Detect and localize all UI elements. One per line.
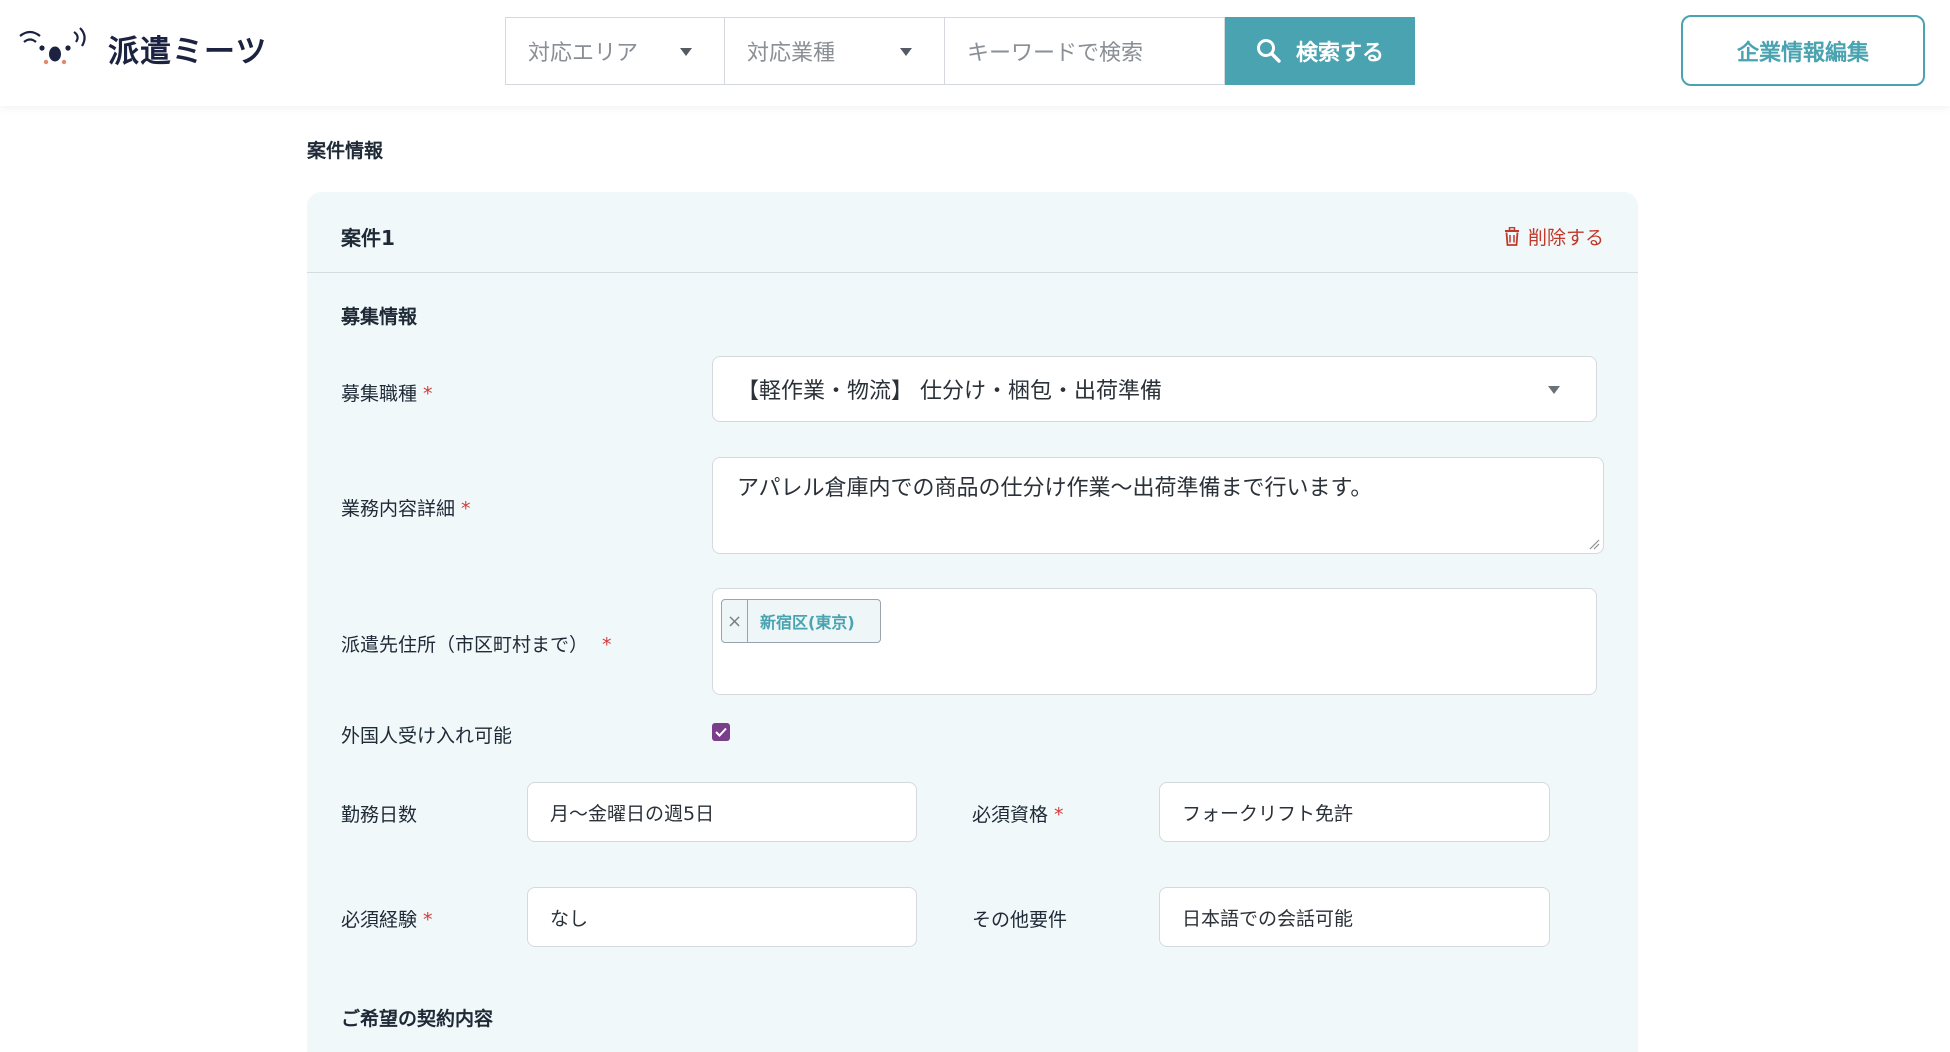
required-experience-value: なし: [550, 907, 589, 930]
job-type-label-text: 募集職種: [341, 383, 418, 405]
foreigner-ok-label: 外国人受け入れ可能: [341, 725, 513, 747]
required-experience-input[interactable]: なし: [527, 887, 917, 947]
job-type-value: 【軽作業・物流】 仕分け・梱包・出荷準備: [737, 379, 1162, 404]
case-title: 案件1: [341, 226, 395, 250]
address-tag-label: 新宿区(東京): [760, 613, 855, 632]
required-qualification-value: フォークリフト免許: [1182, 802, 1354, 825]
delete-case-button[interactable]: 削除する: [1504, 223, 1604, 250]
required-experience-label: 必須経験 *: [341, 905, 433, 932]
edit-company-button[interactable]: 企業情報編集: [1681, 15, 1925, 86]
caret-down-icon: [1548, 386, 1560, 394]
area-select-label: 対応エリア: [528, 41, 639, 66]
required-experience-label-text: 必須経験: [341, 909, 418, 931]
logo[interactable]: 派遣ミーツ: [16, 24, 267, 72]
search-bar: 対応エリア 対応業種 キーワードで検索 検索する: [505, 17, 1415, 85]
logo-text: 派遣ミーツ: [108, 33, 268, 70]
resize-handle-icon[interactable]: [1588, 538, 1600, 550]
required-qualification-input[interactable]: フォークリフト免許: [1159, 782, 1550, 842]
job-type-label: 募集職種 *: [341, 379, 433, 406]
foreigner-ok-checkbox[interactable]: [712, 723, 730, 741]
dispatch-address-tag-input[interactable]: × 新宿区(東京): [712, 588, 1597, 695]
job-detail-textarea[interactable]: アパレル倉庫内での商品の仕分け作業〜出荷準備まで行います。: [712, 457, 1604, 554]
edit-company-button-label: 企業情報編集: [1736, 40, 1869, 66]
job-detail-label: 業務内容詳細 *: [341, 494, 471, 521]
work-days-label: 勤務日数: [341, 804, 418, 826]
work-days-input[interactable]: 月〜金曜日の週5日: [527, 782, 917, 842]
dispatch-address-label: 派遣先住所（市区町村まで） *: [341, 630, 612, 657]
case-card: 案件1 削除する 募集情報 募集職種 * 【軽作業・物流】 仕分け・梱包・出荷準備…: [307, 192, 1638, 1052]
koala-logo-icon: [19, 27, 86, 65]
job-type-select[interactable]: 【軽作業・物流】 仕分け・梱包・出荷準備: [712, 356, 1597, 422]
address-tag: × 新宿区(東京): [721, 599, 881, 643]
checkmark-icon: [715, 727, 727, 737]
required-mark: *: [423, 383, 433, 405]
keyword-search-input[interactable]: キーワードで検索: [945, 17, 1225, 85]
industry-select[interactable]: 対応業種: [725, 17, 945, 85]
required-mark: *: [602, 634, 612, 656]
required-qualification-label: 必須資格 *: [972, 800, 1064, 827]
dispatch-address-label-text: 派遣先住所（市区町村まで）: [341, 634, 589, 656]
search-button[interactable]: 検索する: [1225, 17, 1415, 85]
remove-tag-icon[interactable]: ×: [722, 600, 748, 642]
keyword-search-placeholder: キーワードで検索: [967, 41, 1144, 66]
job-detail-value: アパレル倉庫内での商品の仕分け作業〜出荷準備まで行います。: [737, 476, 1373, 501]
caret-down-icon: [680, 48, 692, 56]
other-requirements-label: その他要件: [972, 909, 1068, 931]
search-button-label: 検索する: [1295, 41, 1384, 66]
required-qualification-label-text: 必須資格: [972, 804, 1049, 826]
required-mark: *: [1054, 804, 1064, 826]
required-mark: *: [461, 498, 471, 520]
industry-select-label: 対応業種: [747, 41, 836, 66]
case-card-header: 案件1 削除する: [307, 192, 1638, 273]
required-mark: *: [423, 909, 433, 931]
top-header: 派遣ミーツ 対応エリア 対応業種 キーワードで検索 検索する 企業情報編集: [0, 0, 1950, 106]
area-select[interactable]: 対応エリア: [505, 17, 725, 85]
other-requirements-value: 日本語での会話可能: [1182, 907, 1354, 930]
trash-icon: [1504, 227, 1519, 246]
recruit-info-heading: 募集情報: [341, 306, 418, 328]
caret-down-icon: [900, 48, 912, 56]
search-icon: [1256, 39, 1281, 63]
other-requirements-input[interactable]: 日本語での会話可能: [1159, 887, 1550, 947]
contract-heading: ご希望の契約内容: [341, 1008, 494, 1030]
work-days-value: 月〜金曜日の週5日: [550, 802, 715, 825]
delete-case-label: 削除する: [1527, 227, 1604, 249]
page-title: 案件情報: [307, 140, 384, 162]
job-detail-label-text: 業務内容詳細: [341, 498, 456, 520]
